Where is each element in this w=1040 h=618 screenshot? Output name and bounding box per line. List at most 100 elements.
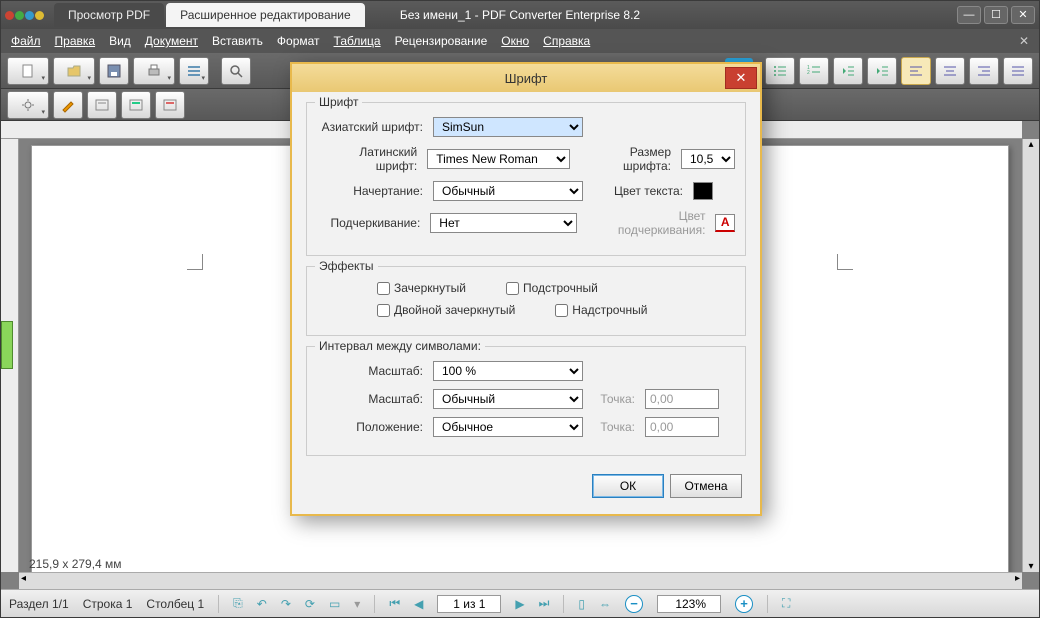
note-tool-button[interactable]: [155, 91, 185, 119]
tab-advanced-edit[interactable]: Расширенное редактирование: [166, 3, 365, 27]
print-button[interactable]: [133, 57, 175, 85]
close-button[interactable]: ✕: [1011, 6, 1035, 24]
settings-button[interactable]: [179, 57, 209, 85]
strikethrough-checkbox[interactable]: Зачеркнутый: [377, 281, 466, 295]
list-number-button[interactable]: 12: [799, 57, 829, 85]
text-tool-button[interactable]: [87, 91, 117, 119]
prev-page-handle[interactable]: [1, 321, 13, 369]
zoom-out-button[interactable]: −: [625, 595, 643, 613]
app-window: Просмотр PDF Расширенное редактирование …: [0, 0, 1040, 618]
menu-document[interactable]: Документ: [145, 34, 198, 48]
font-size-select[interactable]: 10,5: [681, 149, 735, 169]
font-group: Шрифт Азиатский шрифт: SimSun Латинский …: [306, 102, 746, 256]
column-label: Столбец 1: [146, 597, 204, 611]
latin-font-select[interactable]: Times New Roman: [427, 149, 569, 169]
effects-group-title: Эффекты: [315, 259, 378, 273]
nav-copy-icon[interactable]: ⎘: [233, 596, 243, 611]
underline-select[interactable]: Нет: [430, 213, 576, 233]
underline-color-swatch[interactable]: A: [715, 214, 735, 232]
font-style-select[interactable]: Обычный: [433, 181, 583, 201]
point1-label: Точка:: [589, 392, 639, 406]
spacing-group: Интервал между символами: Масштаб: 100 %…: [306, 346, 746, 456]
effects-group: Эффекты Зачеркнутый Подстрочный Двойной …: [306, 266, 746, 336]
horizontal-scrollbar[interactable]: [19, 572, 1022, 589]
menu-file[interactable]: Файл: [11, 34, 41, 48]
page-view-icon[interactable]: ▭: [329, 597, 340, 611]
dialog-title: Шрифт: [505, 71, 548, 86]
menu-insert[interactable]: Вставить: [212, 34, 263, 48]
ok-button[interactable]: ОК: [592, 474, 664, 498]
single-page-icon[interactable]: ▯: [578, 597, 585, 611]
section-label: Раздел 1/1: [9, 597, 69, 611]
font-size-label: Размер шрифта:: [584, 145, 675, 173]
refresh-icon[interactable]: ⟳: [305, 597, 315, 611]
spacing-select[interactable]: Обычный: [433, 389, 583, 409]
list-bullet-button[interactable]: [765, 57, 795, 85]
menu-view[interactable]: Вид: [109, 34, 131, 48]
undo-icon[interactable]: ↶: [257, 597, 267, 611]
position-label: Положение:: [317, 420, 427, 434]
asian-font-select[interactable]: SimSun: [433, 117, 583, 137]
asian-font-label: Азиатский шрифт:: [317, 120, 427, 134]
save-button[interactable]: [99, 57, 129, 85]
align-left-button[interactable]: [901, 57, 931, 85]
fit-width-icon[interactable]: ⇔: [599, 597, 611, 611]
indent-dec-button[interactable]: [833, 57, 863, 85]
margin-marker-icon: [837, 254, 853, 270]
font-group-title: Шрифт: [315, 95, 362, 109]
open-button[interactable]: [53, 57, 95, 85]
position-select[interactable]: Обычное: [433, 417, 583, 437]
status-bar: Раздел 1/1 Строка 1 Столбец 1 ⎘ ↶ ↷ ⟳ ▭ …: [1, 589, 1039, 617]
cancel-button[interactable]: Отмена: [670, 474, 742, 498]
menu-format[interactable]: Формат: [277, 34, 320, 48]
align-right-button[interactable]: [969, 57, 999, 85]
first-page-icon[interactable]: ⏮: [389, 596, 400, 611]
spacing-label: Масштаб:: [317, 392, 427, 406]
fullscreen-icon[interactable]: ⛶: [782, 596, 790, 611]
highlight-tool-button[interactable]: [121, 91, 151, 119]
next-page-icon[interactable]: ▶: [515, 597, 524, 611]
doc-close-icon[interactable]: ✕: [1019, 34, 1029, 48]
prev-page-icon[interactable]: ◀: [414, 597, 423, 611]
page-number-input[interactable]: [437, 595, 501, 613]
superscript-checkbox[interactable]: Надстрочный: [555, 303, 647, 317]
margin-marker-icon: [187, 254, 203, 270]
dialog-close-button[interactable]: ✕: [725, 67, 757, 89]
align-center-button[interactable]: [935, 57, 965, 85]
scale-label: Масштаб:: [317, 364, 427, 378]
app-logo-icon: [5, 11, 44, 20]
window-title: Без имени_1 - PDF Converter Enterprise 8…: [400, 8, 640, 22]
minimize-button[interactable]: —: [957, 6, 981, 24]
vertical-scrollbar[interactable]: [1022, 139, 1039, 572]
last-page-icon[interactable]: ⏭: [539, 596, 550, 611]
title-bar: Просмотр PDF Расширенное редактирование …: [1, 1, 1039, 29]
zoom-level-input[interactable]: [657, 595, 721, 613]
font-dialog: Шрифт ✕ Шрифт Азиатский шрифт: SimSun Ла…: [290, 62, 762, 516]
subscript-checkbox[interactable]: Подстрочный: [506, 281, 598, 295]
text-color-swatch[interactable]: [693, 182, 713, 200]
menu-review[interactable]: Рецензирование: [395, 34, 488, 48]
double-strike-checkbox[interactable]: Двойной зачеркнутый: [377, 303, 515, 317]
maximize-button[interactable]: ☐: [984, 6, 1008, 24]
style-label: Начертание:: [317, 184, 427, 198]
tab-view-pdf[interactable]: Просмотр PDF: [54, 3, 164, 27]
new-doc-button[interactable]: [7, 57, 49, 85]
point1-input: [645, 389, 719, 409]
align-justify-button[interactable]: [1003, 57, 1033, 85]
menu-window[interactable]: Окно: [501, 34, 529, 48]
zoom-in-button[interactable]: +: [735, 595, 753, 613]
menu-help[interactable]: Справка: [543, 34, 590, 48]
gear-button[interactable]: [7, 91, 49, 119]
edit-tool-button[interactable]: [53, 91, 83, 119]
indent-inc-button[interactable]: [867, 57, 897, 85]
redo-icon[interactable]: ↷: [281, 597, 291, 611]
spacing-group-title: Интервал между символами:: [315, 339, 485, 353]
text-color-label: Цвет текста:: [614, 184, 687, 198]
find-button[interactable]: [221, 57, 251, 85]
svg-text:2: 2: [807, 70, 810, 76]
menu-table[interactable]: Таблица: [334, 34, 381, 48]
menu-edit[interactable]: Правка: [55, 34, 96, 48]
dialog-title-bar[interactable]: Шрифт ✕: [292, 64, 760, 92]
scale-select[interactable]: 100 %: [433, 361, 583, 381]
latin-font-label: Латинский шрифт:: [317, 145, 421, 173]
